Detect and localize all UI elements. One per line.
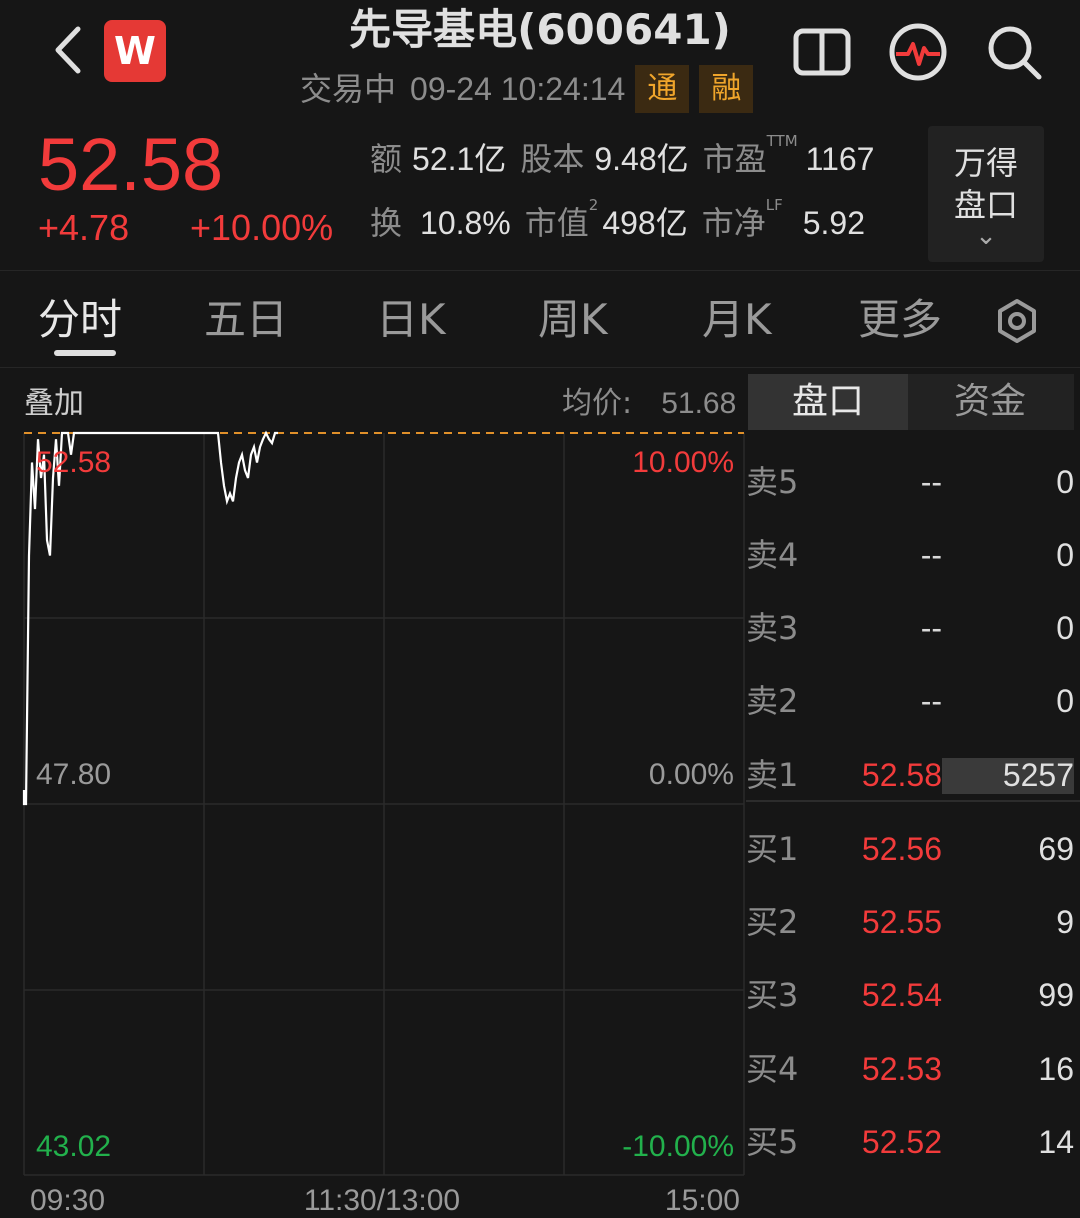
- ask-row-5: 卖5 -- 0: [746, 452, 1080, 512]
- price-change-pct: +10.00%: [190, 207, 334, 248]
- ask2-label: 卖2: [746, 682, 799, 720]
- bid-row-4: 买4 52.53 16: [746, 1039, 1080, 1099]
- mcap-label: 市值: [524, 204, 589, 242]
- tab-orderbook[interactable]: 盘口: [748, 374, 908, 430]
- tab-monthly-k[interactable]: 月K: [702, 290, 772, 350]
- mcap-sup: 2: [588, 196, 599, 214]
- wande-label-2: 盘口: [953, 186, 1018, 224]
- split-view-icon[interactable]: [792, 22, 852, 82]
- ask1-price: 52.58: [861, 757, 942, 793]
- search-icon[interactable]: [984, 22, 1044, 82]
- amount-value: 52.1亿: [412, 141, 507, 177]
- heartbeat-icon[interactable]: [888, 22, 948, 82]
- bid5-label: 买5: [746, 1123, 799, 1161]
- wande-label-1: 万得: [953, 144, 1018, 182]
- bid4-price: 52.53: [861, 1051, 942, 1087]
- ask-row-1: 卖1 52.58 5257: [746, 745, 1080, 805]
- ask3-price: --: [920, 610, 942, 646]
- bid3-label: 买3: [746, 976, 799, 1014]
- bid3-volume: 99: [1038, 977, 1074, 1013]
- app-logo: W: [104, 20, 166, 82]
- y-label-top: 52.58: [36, 446, 111, 479]
- amount-label: 额: [370, 140, 403, 178]
- mcap-value: 498亿: [602, 205, 688, 241]
- bid-row-1: 买1 52.56 69: [746, 819, 1080, 879]
- tab-capital-flow[interactable]: 资金: [910, 374, 1070, 430]
- tag-tong: 通: [635, 65, 690, 113]
- tab-weekly-k[interactable]: 周K: [538, 290, 608, 350]
- stock-title: 先导基电(600641): [349, 5, 731, 54]
- bid1-label: 买1: [746, 830, 799, 868]
- quote-datetime: 09-24 10:24:14: [410, 71, 626, 107]
- status-line: 交易中 09-24 10:24:14 通 融: [300, 64, 754, 114]
- ask3-label: 卖3: [746, 609, 799, 647]
- pct-label-bottom: -10.00%: [622, 1130, 734, 1163]
- pb-sup: LF: [765, 196, 783, 214]
- orderbook-divider: [746, 800, 1080, 802]
- y-label-mid: 47.80: [36, 758, 111, 791]
- share-capital-value: 9.48亿: [594, 141, 689, 177]
- tag-rong: 融: [699, 65, 754, 113]
- ask1-label: 卖1: [746, 756, 799, 794]
- tab-five-day[interactable]: 五日: [204, 290, 288, 350]
- tab-intraday[interactable]: 分时: [38, 290, 122, 350]
- x-label-close: 15:00: [665, 1184, 740, 1217]
- turnover-label: 换: [370, 204, 403, 242]
- pb-value: 5.92: [802, 205, 866, 241]
- back-icon[interactable]: [40, 22, 96, 78]
- intraday-chart[interactable]: 52.58 47.80 43.02 10.00% 0.00% -10.00% 0…: [0, 420, 746, 1218]
- ask4-price: --: [920, 537, 942, 573]
- turnover-value: 10.8%: [420, 205, 511, 241]
- bid2-price: 52.55: [861, 904, 942, 940]
- pct-label-top: 10.00%: [632, 446, 734, 479]
- x-label-midday: 11:30/13:00: [304, 1184, 460, 1217]
- trading-status: 交易中: [300, 70, 397, 108]
- pe-label: 市盈: [702, 140, 767, 178]
- ask4-label: 卖4: [746, 536, 799, 574]
- tab-more[interactable]: 更多: [858, 290, 942, 350]
- active-tab-indicator: [54, 350, 116, 356]
- ask5-volume: 0: [1056, 464, 1074, 500]
- pb-label: 市净: [701, 204, 766, 242]
- bid3-price: 52.54: [861, 977, 942, 1013]
- chart-grid: [23, 433, 745, 1176]
- bid-row-5: 买5 52.52 14: [746, 1112, 1080, 1172]
- bid4-volume: 16: [1038, 1051, 1074, 1087]
- settings-icon[interactable]: [994, 298, 1040, 344]
- x-label-open: 09:30: [30, 1184, 105, 1217]
- ask5-price: --: [920, 464, 942, 500]
- y-label-bottom: 43.02: [36, 1130, 111, 1163]
- last-price: 52.58: [38, 123, 224, 206]
- bid5-volume: 14: [1038, 1124, 1074, 1160]
- bid4-label: 买4: [746, 1050, 799, 1088]
- stats-row-1: 额 52.1亿 股本 9.48亿 市盈 TTM 1167: [370, 132, 875, 184]
- ask2-volume: 0: [1056, 683, 1074, 719]
- bid2-label: 买2: [746, 903, 799, 941]
- ask1-volume: 5257: [1002, 757, 1074, 793]
- ask3-volume: 0: [1056, 610, 1074, 646]
- bid1-price: 52.56: [861, 831, 942, 867]
- share-capital-label: 股本: [520, 140, 585, 178]
- avg-price-label: 均价:: [562, 386, 633, 421]
- stats-row-2: 换 10.8% 市值 2 498亿 市净 LF 5.92: [370, 196, 866, 248]
- pe-value: 1167: [805, 141, 875, 177]
- avg-price-value: 51.68: [661, 387, 737, 420]
- bid-row-2: 买2 52.55 9: [746, 892, 1080, 952]
- bid1-volume: 69: [1038, 831, 1074, 867]
- wande-orderbook-button[interactable]: 万得 盘口 ⌄: [928, 126, 1044, 262]
- ask-row-2: 卖2 -- 0: [746, 671, 1080, 731]
- pe-sup: TTM: [766, 132, 798, 150]
- ask2-price: --: [920, 683, 942, 719]
- bid5-price: 52.52: [861, 1124, 942, 1160]
- ask5-label: 卖5: [746, 463, 799, 501]
- pct-label-mid: 0.00%: [649, 758, 734, 791]
- bid2-volume: 9: [1056, 904, 1074, 940]
- chevron-down-icon: ⌄: [975, 221, 997, 251]
- bid-row-3: 买3 52.54 99: [746, 965, 1080, 1025]
- ask-row-4: 卖4 -- 0: [746, 525, 1080, 585]
- price-change: +4.78: [38, 207, 130, 248]
- tab-daily-k[interactable]: 日K: [376, 290, 446, 350]
- ask4-volume: 0: [1056, 537, 1074, 573]
- ask-row-3: 卖3 -- 0: [746, 598, 1080, 658]
